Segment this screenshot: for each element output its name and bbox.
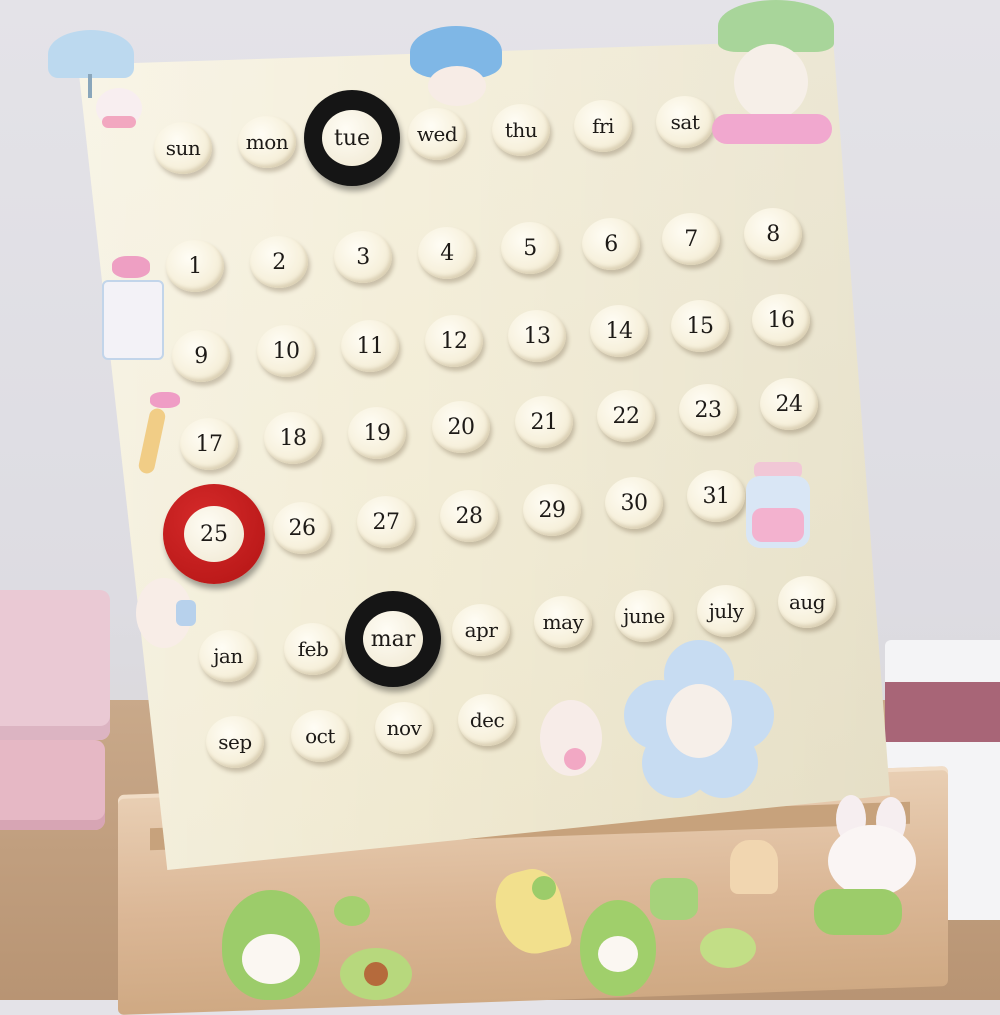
leaf-umbrella-sticker [712, 0, 836, 150]
day-peg-4[interactable]: 4 [418, 227, 476, 279]
month-peg-apr[interactable]: apr [452, 604, 510, 656]
month-peg-jan[interactable]: jan [199, 630, 257, 682]
day-peg-10[interactable]: 10 [257, 325, 315, 377]
month-peg-aug[interactable]: aug [778, 576, 836, 628]
day-peg-20[interactable]: 20 [432, 401, 490, 453]
flower-sticker [624, 640, 774, 800]
weekday-peg-thu[interactable]: thu [492, 104, 550, 156]
weekday-peg-wed[interactable]: wed [408, 108, 466, 160]
weekday-selected[interactable]: tue [322, 110, 382, 166]
day-peg-26[interactable]: 26 [273, 502, 331, 554]
small-avocado-sticker [334, 896, 370, 926]
bunny-avocado-sticker [812, 795, 932, 945]
day-peg-22[interactable]: 22 [597, 390, 655, 442]
day-peg-5[interactable]: 5 [501, 222, 559, 274]
day-peg-17[interactable]: 17 [180, 418, 238, 470]
day-peg-14[interactable]: 14 [590, 305, 648, 357]
day-peg-19[interactable]: 19 [348, 407, 406, 459]
day-marker-ring[interactable]: 25 [163, 484, 265, 584]
avocado-half-sticker [340, 948, 412, 1000]
month-peg-sep[interactable]: sep [206, 716, 264, 768]
ribbon-sticker [136, 392, 184, 478]
day-peg-8[interactable]: 8 [744, 208, 802, 260]
taco-sticker [488, 863, 574, 961]
weekday-peg-fri[interactable]: fri [574, 100, 632, 152]
day-selected[interactable]: 25 [184, 506, 244, 562]
month-peg-nov[interactable]: nov [375, 702, 433, 754]
day-peg-7[interactable]: 7 [662, 213, 720, 265]
day-peg-6[interactable]: 6 [582, 218, 640, 270]
day-peg-1[interactable]: 1 [166, 240, 224, 292]
leaf-sticker [650, 878, 698, 920]
mushroom-sticker [410, 26, 502, 108]
day-peg-2[interactable]: 2 [250, 236, 308, 288]
month-peg-feb[interactable]: feb [284, 623, 342, 675]
day-peg-29[interactable]: 29 [523, 484, 581, 536]
day-peg-11[interactable]: 11 [341, 320, 399, 372]
weekday-marker-ring[interactable]: tue [304, 90, 400, 186]
day-peg-13[interactable]: 13 [508, 310, 566, 362]
day-peg-16[interactable]: 16 [752, 294, 810, 346]
pink-book-top [0, 590, 110, 740]
day-peg-3[interactable]: 3 [334, 231, 392, 283]
day-peg-28[interactable]: 28 [440, 490, 498, 542]
month-peg-july[interactable]: july [697, 585, 755, 637]
weekday-peg-sun[interactable]: sun [154, 122, 212, 174]
month-peg-may[interactable]: may [534, 596, 592, 648]
day-peg-27[interactable]: 27 [357, 496, 415, 548]
day-peg-24[interactable]: 24 [760, 378, 818, 430]
white-box-band [885, 682, 1000, 742]
baby-bunny-sticker [136, 578, 200, 654]
month-peg-oct[interactable]: oct [291, 710, 349, 762]
avocado-slice-sticker [700, 928, 756, 968]
umbrella-sticker [48, 30, 134, 98]
month-peg-june[interactable]: june [615, 590, 673, 642]
weekday-peg-mon[interactable]: mon [238, 116, 296, 168]
weekday-peg-sat[interactable]: sat [656, 96, 714, 148]
bunny-sticker [96, 82, 142, 130]
month-selected[interactable]: mar [363, 611, 423, 667]
pear-sticker [580, 900, 656, 996]
photo-scene: tue 25 mar sun mon wed thu fri sat 1 2 3… [0, 0, 1000, 1015]
face-sticker [540, 700, 606, 782]
month-marker-ring[interactable]: mar [345, 591, 441, 687]
toast-sticker [730, 840, 778, 894]
day-peg-31[interactable]: 31 [687, 470, 745, 522]
pink-book-bottom [0, 740, 105, 830]
day-peg-21[interactable]: 21 [515, 396, 573, 448]
day-peg-23[interactable]: 23 [679, 384, 737, 436]
month-peg-dec[interactable]: dec [458, 694, 516, 746]
day-peg-18[interactable]: 18 [264, 412, 322, 464]
avocado-sticker [222, 890, 320, 1000]
jar-sticker [746, 462, 810, 550]
day-peg-30[interactable]: 30 [605, 477, 663, 529]
day-peg-9[interactable]: 9 [172, 330, 230, 382]
day-peg-15[interactable]: 15 [671, 300, 729, 352]
bow-sticker [100, 256, 164, 360]
day-peg-12[interactable]: 12 [425, 315, 483, 367]
